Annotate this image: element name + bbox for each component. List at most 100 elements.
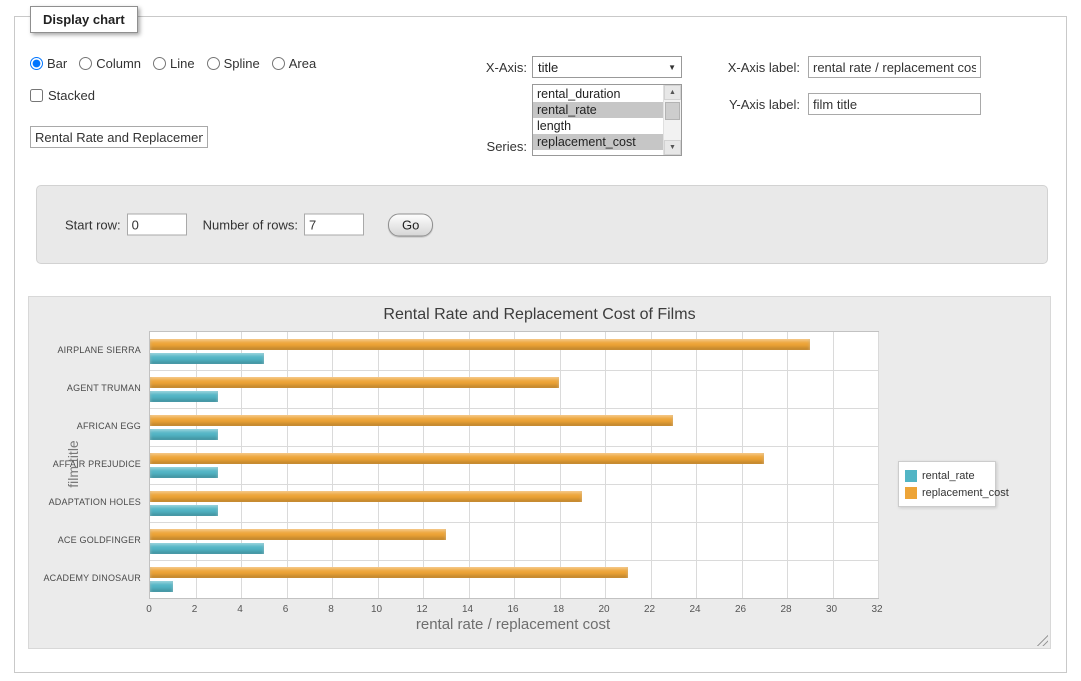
category-label: AGENT TRUMAN <box>35 383 141 393</box>
scroll-down-icon[interactable]: ▼ <box>664 140 681 155</box>
stacked-checkbox-row[interactable]: Stacked <box>30 88 95 103</box>
category-label: AIRPLANE SIERRA <box>35 345 141 355</box>
go-button[interactable]: Go <box>388 213 433 236</box>
chart-type-label-spline: Spline <box>224 56 260 71</box>
x-axis-label-field-label: X-Axis label: <box>700 60 800 75</box>
dropdown-arrow-icon: ▼ <box>668 63 676 72</box>
scroll-up-icon[interactable]: ▲ <box>664 85 681 100</box>
legend-item-rental_rate[interactable]: rental_rate <box>905 467 989 484</box>
chart-title: Rental Rate and Replacement Cost of Film… <box>29 306 1050 324</box>
gridline-horizontal <box>150 446 878 447</box>
gridline-horizontal <box>150 408 878 409</box>
gridline-horizontal <box>150 484 878 485</box>
chart-type-option-bar[interactable]: Bar <box>30 56 67 71</box>
chart-type-radio-spline[interactable] <box>207 57 220 70</box>
resize-grip-icon[interactable] <box>1035 633 1048 646</box>
gridline-vertical <box>332 332 333 598</box>
x-tick-label: 18 <box>553 604 564 615</box>
x-axis-select[interactable]: title ▼ <box>532 56 682 78</box>
legend-swatch-rental_rate <box>905 470 917 482</box>
bar-replacement-cost <box>150 491 582 502</box>
bar-rental-rate <box>150 467 218 478</box>
series-option-length[interactable]: length <box>533 118 663 134</box>
legend-label-rental_rate: rental_rate <box>922 470 975 482</box>
chart-title-input[interactable] <box>30 126 208 148</box>
gridline-vertical <box>651 332 652 598</box>
gridline-vertical <box>469 332 470 598</box>
gridline-horizontal <box>150 522 878 523</box>
series-listbox-options: rental_durationrental_ratelengthreplacem… <box>533 85 663 155</box>
category-label: ADAPTATION HOLES <box>35 497 141 507</box>
series-listbox-scrollbar: ▲ ▼ <box>663 85 681 155</box>
plot-area <box>149 331 879 599</box>
chart-type-option-spline[interactable]: Spline <box>207 56 260 71</box>
bar-rental-rate <box>150 505 218 516</box>
chart-type-radio-area[interactable] <box>272 57 285 70</box>
x-tick-label: 0 <box>146 604 152 615</box>
gridline-vertical <box>742 332 743 598</box>
chart-type-radio-column[interactable] <box>79 57 92 70</box>
gridline-vertical <box>196 332 197 598</box>
category-label: AFFAIR PREJUDICE <box>35 459 141 469</box>
chart-type-option-line[interactable]: Line <box>153 56 195 71</box>
scrollbar-thumb[interactable] <box>665 102 680 120</box>
bar-replacement-cost <box>150 339 810 350</box>
series-select-label: Series: <box>430 139 527 154</box>
y-axis-label-input[interactable] <box>808 93 981 115</box>
chart-type-label-area: Area <box>289 56 316 71</box>
chart-type-option-area[interactable]: Area <box>272 56 316 71</box>
legend-label-replacement_cost: replacement_cost <box>922 487 1009 499</box>
number-of-rows-label: Number of rows: <box>203 217 298 232</box>
x-tick-label: 20 <box>598 604 609 615</box>
x-tick-label: 16 <box>507 604 518 615</box>
row-range-panel: Start row: Number of rows: Go <box>36 185 1048 264</box>
x-tick-label: 32 <box>871 604 882 615</box>
gridline-vertical <box>560 332 561 598</box>
series-option-rental_rate[interactable]: rental_rate <box>533 102 663 118</box>
chart-type-radio-bar[interactable] <box>30 57 43 70</box>
chart-type-option-column[interactable]: Column <box>79 56 141 71</box>
series-option-rental_duration[interactable]: rental_duration <box>533 86 663 102</box>
number-of-rows-input[interactable] <box>304 214 364 236</box>
stacked-checkbox[interactable] <box>30 89 43 102</box>
legend-item-replacement_cost[interactable]: replacement_cost <box>905 484 989 501</box>
chart-type-radios: Bar Column Line Spline Area <box>30 56 316 71</box>
row-range-controls: Start row: Number of rows: Go <box>65 213 433 236</box>
gridline-vertical <box>833 332 834 598</box>
chart-type-label-bar: Bar <box>47 56 67 71</box>
gridline-vertical <box>878 332 879 598</box>
x-tick-label: 10 <box>371 604 382 615</box>
x-tick-label: 6 <box>283 604 289 615</box>
series-listbox[interactable]: rental_durationrental_ratelengthreplacem… <box>532 84 682 156</box>
chart-type-radio-line[interactable] <box>153 57 166 70</box>
x-axis-title: rental rate / replacement cost <box>149 616 877 633</box>
x-axis-select-label: X-Axis: <box>430 60 527 75</box>
chart-canvas: Rental Rate and Replacement Cost of Film… <box>28 296 1051 649</box>
category-label: ACE GOLDFINGER <box>35 535 141 545</box>
x-tick-label: 8 <box>328 604 334 615</box>
x-tick-label: 14 <box>462 604 473 615</box>
bar-replacement-cost <box>150 415 673 426</box>
x-tick-label: 24 <box>689 604 700 615</box>
x-tick-label: 26 <box>735 604 746 615</box>
x-axis-label-input[interactable] <box>808 56 981 78</box>
gridline-vertical <box>514 332 515 598</box>
start-row-input[interactable] <box>127 214 187 236</box>
gridline-vertical <box>287 332 288 598</box>
bar-replacement-cost <box>150 377 559 388</box>
legend-swatch-replacement_cost <box>905 487 917 499</box>
bar-rental-rate <box>150 543 264 554</box>
gridline-vertical <box>696 332 697 598</box>
y-axis-label-field-label: Y-Axis label: <box>700 97 800 112</box>
scrollbar-track <box>664 100 681 140</box>
gridline-horizontal <box>150 370 878 371</box>
bar-rental-rate <box>150 429 218 440</box>
category-label: AFRICAN EGG <box>35 421 141 431</box>
x-tick-label: 2 <box>192 604 198 615</box>
x-tick-label: 22 <box>644 604 655 615</box>
category-label: ACADEMY DINOSAUR <box>35 573 141 583</box>
series-option-replacement_cost[interactable]: replacement_cost <box>533 134 663 150</box>
gridline-vertical <box>787 332 788 598</box>
x-tick-label: 30 <box>826 604 837 615</box>
gridline-vertical <box>423 332 424 598</box>
